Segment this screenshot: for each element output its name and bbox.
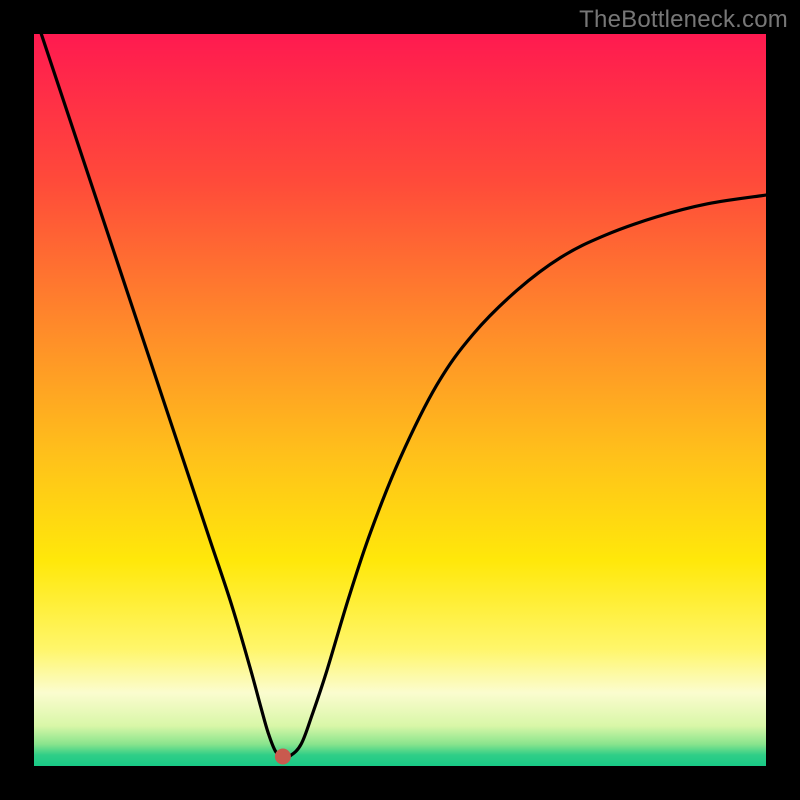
plot-svg: [34, 34, 766, 766]
optimal-point-marker: [275, 748, 291, 764]
bottleneck-curve: [41, 34, 766, 757]
chart-frame: TheBottleneck.com: [0, 0, 800, 800]
plot-area: [34, 34, 766, 766]
watermark-text: TheBottleneck.com: [579, 6, 788, 34]
